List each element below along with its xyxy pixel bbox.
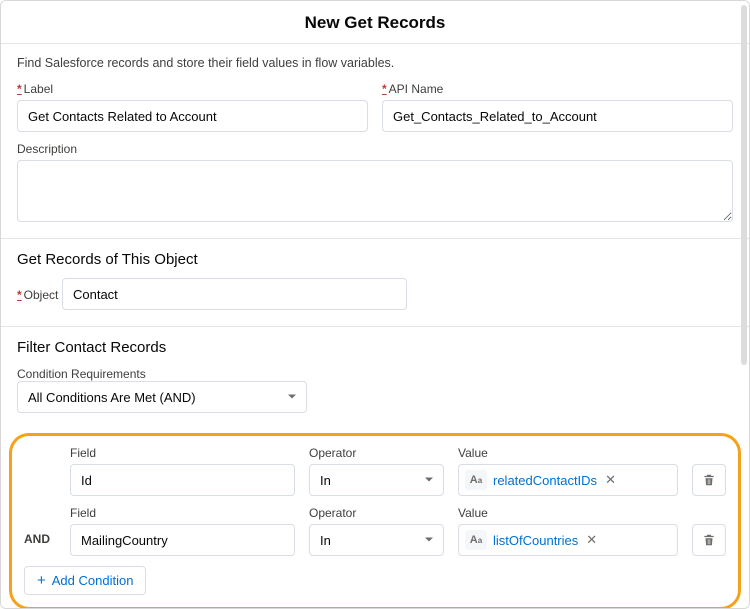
cond-field-label: Field xyxy=(70,506,295,520)
filter-section-head: Filter Contact Records xyxy=(17,339,733,356)
condition-row: AND Field Operator Value Aa lis xyxy=(24,506,726,556)
trash-icon xyxy=(702,533,716,547)
text-type-icon: Aa xyxy=(465,530,487,550)
cond-val-input[interactable]: Aa relatedContactIDs ✕ xyxy=(458,464,678,496)
cond-op-select[interactable] xyxy=(309,524,444,556)
api-name-input[interactable] xyxy=(382,100,733,132)
scrollbar-thumb[interactable] xyxy=(741,5,747,365)
trash-icon xyxy=(702,473,716,487)
cond-req-select[interactable] xyxy=(17,381,307,413)
delete-condition-button[interactable] xyxy=(692,524,726,556)
delete-condition-button[interactable] xyxy=(692,464,726,496)
add-condition-button[interactable]: + Add Condition xyxy=(24,566,146,595)
panel-general: Find Salesforce records and store their … xyxy=(1,44,749,239)
cond-field-input[interactable] xyxy=(70,464,295,496)
modal-title: New Get Records xyxy=(1,1,749,44)
cond-val-label: Value xyxy=(458,446,678,460)
add-condition-label: Add Condition xyxy=(52,573,134,588)
description-input[interactable] xyxy=(17,160,733,222)
modal-frame: New Get Records Find Salesforce records … xyxy=(0,0,750,609)
label-input[interactable] xyxy=(17,100,368,132)
cond-field-input[interactable] xyxy=(70,524,295,556)
and-label: AND xyxy=(24,532,56,556)
cond-op-value[interactable] xyxy=(309,524,444,556)
cond-val-pill: relatedContactIDs xyxy=(493,473,597,488)
cond-req-value[interactable] xyxy=(17,381,307,413)
clear-icon[interactable]: ✕ xyxy=(603,472,618,488)
cond-op-label: Operator xyxy=(309,506,444,520)
condition-row: Field Operator Value Aa relatedContactID… xyxy=(24,446,726,496)
object-label: Object xyxy=(17,288,58,302)
label-label: Label xyxy=(17,82,368,96)
cond-val-input[interactable]: Aa listOfCountries ✕ xyxy=(458,524,678,556)
panel-object: Get Records of This Object Object xyxy=(1,239,749,327)
helper-text: Find Salesforce records and store their … xyxy=(17,56,733,70)
object-input[interactable] xyxy=(62,278,407,310)
cond-op-value[interactable] xyxy=(309,464,444,496)
panel-filter: Filter Contact Records Condition Require… xyxy=(1,327,749,429)
text-type-icon: Aa xyxy=(465,470,487,490)
modal-scroll[interactable]: New Get Records Find Salesforce records … xyxy=(1,1,749,608)
api-name-label: API Name xyxy=(382,82,733,96)
conditions-highlight: Field Operator Value Aa relatedContactID… xyxy=(9,433,741,608)
cond-val-pill: listOfCountries xyxy=(493,533,578,548)
cond-val-label: Value xyxy=(458,506,678,520)
cond-op-label: Operator xyxy=(309,446,444,460)
plus-icon: + xyxy=(37,573,46,588)
cond-req-label: Condition Requirements xyxy=(17,367,146,381)
cond-field-label: Field xyxy=(70,446,295,460)
description-label: Description xyxy=(17,142,733,156)
and-label xyxy=(24,486,56,496)
cond-op-select[interactable] xyxy=(309,464,444,496)
object-section-head: Get Records of This Object xyxy=(17,251,733,268)
clear-icon[interactable]: ✕ xyxy=(584,532,599,548)
